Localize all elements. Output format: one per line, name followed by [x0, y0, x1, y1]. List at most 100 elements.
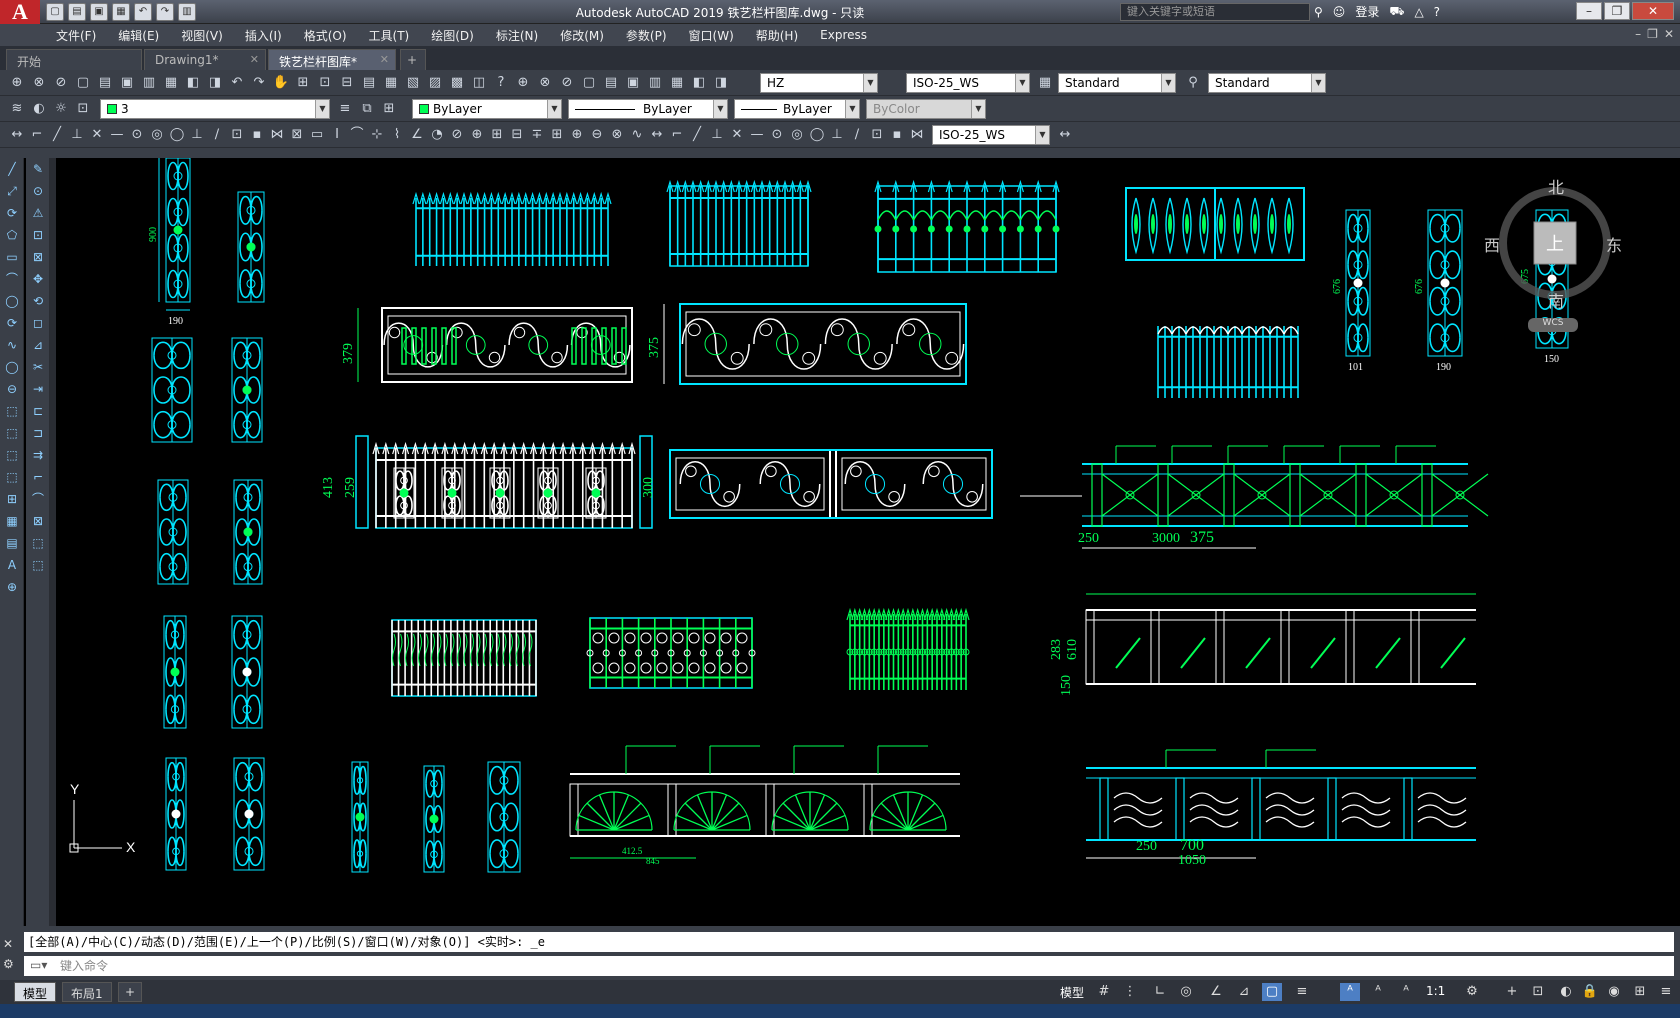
draw-palette-icon[interactable]: ⟳	[0, 312, 24, 334]
standard-tool-icon[interactable]: ▦	[162, 74, 180, 92]
standard-tool-icon[interactable]: ⊗	[536, 74, 554, 92]
menu-item-2[interactable]: 视图(V)	[181, 27, 223, 44]
draw-palette-icon[interactable]: ◯	[0, 356, 24, 378]
command-close-icon[interactable]: ✕ ⚙	[3, 934, 14, 974]
draw-palette-icon[interactable]: ⌒	[0, 268, 24, 290]
draw-palette-icon[interactable]: ⤢	[0, 180, 24, 202]
dim-tool-icon[interactable]: ◎	[148, 126, 166, 144]
standard-tool-icon[interactable]: ▢	[74, 74, 92, 92]
dim-tool-icon[interactable]: ⌐	[28, 126, 46, 144]
add-layout-button[interactable]: +	[118, 982, 143, 1002]
draw-palette-icon[interactable]: ▭	[0, 246, 24, 268]
text-style-select[interactable]: HZ ▼	[760, 73, 878, 93]
style-tool-icon[interactable]: ⚲	[1184, 74, 1202, 92]
lock-ui-icon[interactable]: 🔒	[1580, 983, 1600, 1001]
layer-state-tool-icon[interactable]: ≡	[336, 100, 354, 118]
draw-palette-icon[interactable]: ⬠	[0, 224, 24, 246]
standard-tool-icon[interactable]: ▤	[96, 74, 114, 92]
dim-tool-icon[interactable]: ⊕	[468, 126, 486, 144]
osnap-icon[interactable]: ▢	[1262, 983, 1282, 1001]
dim-tool-icon[interactable]: ∿	[628, 126, 646, 144]
modify-palette-icon[interactable]: ⌒	[26, 488, 50, 510]
standard-tool-icon[interactable]: ⊞	[294, 74, 312, 92]
isodraft-icon[interactable]: ⊿	[1234, 983, 1254, 1001]
modify-palette-icon[interactable]: ⊐	[26, 422, 50, 444]
modify-palette-icon[interactable]: ✎	[26, 158, 50, 180]
dim-tool-icon[interactable]: —	[108, 126, 126, 144]
lineweight-icon[interactable]: ≡	[1292, 983, 1312, 1001]
minimize-button[interactable]: –	[1576, 2, 1602, 20]
auto-scale-icon[interactable]: ᴬ	[1368, 983, 1388, 1001]
user-icon[interactable]: ☺	[1333, 5, 1346, 19]
multileader-style-select[interactable]: Standard ▼	[1208, 73, 1326, 93]
standard-tool-icon[interactable]: ⊕	[514, 74, 532, 92]
dim-tool-icon[interactable]: ◔	[428, 126, 446, 144]
dim-tool-icon[interactable]: ⊥	[708, 126, 726, 144]
dim-tool-icon[interactable]: ⊡	[868, 126, 886, 144]
dim-tool-icon[interactable]: Ⅰ	[328, 126, 346, 144]
grid-icon[interactable]: #	[1094, 983, 1114, 1001]
standard-tool-icon[interactable]: ▩	[448, 74, 466, 92]
dim-tool-icon[interactable]: ⊞	[488, 126, 506, 144]
modify-palette-icon[interactable]: ⊿	[26, 334, 50, 356]
dim-tool-icon[interactable]: ⊥	[188, 126, 206, 144]
dim-tool-icon[interactable]: ⋈	[908, 126, 926, 144]
draw-palette-icon[interactable]: ╱	[0, 158, 24, 180]
dim-tool-icon[interactable]: ∕	[848, 126, 866, 144]
table-style-select[interactable]: Standard ▼	[1058, 73, 1176, 93]
menu-item-4[interactable]: 格式(O)	[304, 27, 347, 44]
modify-palette-icon[interactable]: ✥	[26, 268, 50, 290]
layer-select[interactable]: 3 ▼	[100, 99, 330, 119]
standard-tool-icon[interactable]: ◨	[206, 74, 224, 92]
menu-item-6[interactable]: 绘图(D)	[431, 27, 474, 44]
menu-item-10[interactable]: 窗口(W)	[689, 27, 734, 44]
standard-tool-icon[interactable]: ▣	[118, 74, 136, 92]
login-link[interactable]: 登录	[1355, 3, 1379, 20]
restore-button[interactable]: ❐	[1604, 2, 1630, 20]
dim-tool-icon[interactable]: —	[748, 126, 766, 144]
dim-tool-icon[interactable]: ⊕	[568, 126, 586, 144]
dim-tool-icon[interactable]: ↔	[648, 126, 666, 144]
dim-tool-icon[interactable]: ✕	[88, 126, 106, 144]
standard-tool-icon[interactable]: ?	[492, 74, 510, 92]
ortho-icon[interactable]: ∟	[1150, 983, 1170, 1001]
draw-palette-icon[interactable]: A	[0, 554, 24, 576]
dim-tool-icon[interactable]: ⋈	[268, 126, 286, 144]
viewcube-west[interactable]: 西	[1484, 232, 1500, 256]
standard-tool-icon[interactable]: ▤	[360, 74, 378, 92]
modify-palette-icon[interactable]: ⊠	[26, 510, 50, 532]
tab-railing-library[interactable]: 铁艺栏杆图库* ✕	[268, 49, 396, 70]
annotation-icon[interactable]: ᴬ	[1396, 983, 1416, 1001]
dim-style-select-2[interactable]: ISO-25_WS ▼	[932, 125, 1050, 145]
draw-palette-icon[interactable]: ▤	[0, 532, 24, 554]
dim-update-tool-icon[interactable]: ↔	[1056, 126, 1074, 144]
standard-tool-icon[interactable]: ↶	[228, 74, 246, 92]
menu-item-9[interactable]: 参数(P)	[626, 27, 667, 44]
dim-tool-icon[interactable]: ⊠	[288, 126, 306, 144]
lineweight-select[interactable]: ByLayer ▼	[734, 99, 860, 119]
linetype-select[interactable]: ByLayer ▼	[568, 99, 728, 119]
standard-tool-icon[interactable]: ⊗	[30, 74, 48, 92]
dim-tool-icon[interactable]: ▪	[248, 126, 266, 144]
draw-palette-icon[interactable]: ⬚	[0, 466, 24, 488]
standard-tool-icon[interactable]: ◨	[712, 74, 730, 92]
doc-restore-icon[interactable]: ❐	[1647, 27, 1658, 41]
dim-tool-icon[interactable]: ⊡	[228, 126, 246, 144]
layer-tool-icon[interactable]: ◐	[30, 100, 48, 118]
close-tab-icon[interactable]: ✕	[250, 53, 259, 66]
standard-tool-icon[interactable]: ▦	[668, 74, 686, 92]
standard-tool-icon[interactable]: ▢	[580, 74, 598, 92]
menu-item-5[interactable]: 工具(T)	[369, 27, 410, 44]
dim-tool-icon[interactable]: ⌐	[668, 126, 686, 144]
dim-tool-icon[interactable]: ⌇	[388, 126, 406, 144]
standard-tool-icon[interactable]: ▧	[404, 74, 422, 92]
modify-palette-icon[interactable]: ⟲	[26, 290, 50, 312]
standard-tool-icon[interactable]: ⊟	[338, 74, 356, 92]
dim-tool-icon[interactable]: ⊟	[508, 126, 526, 144]
standard-tool-icon[interactable]: ▤	[602, 74, 620, 92]
viewcube[interactable]: 北 南 东 西 上 WCS	[1484, 178, 1622, 332]
viewcube-south[interactable]: 南	[1548, 288, 1564, 312]
annotation-visibility-icon[interactable]: ᴬ	[1340, 983, 1360, 1001]
layer-state-tool-icon[interactable]: ⊞	[380, 100, 398, 118]
units-icon[interactable]: ⊡	[1528, 983, 1548, 1001]
